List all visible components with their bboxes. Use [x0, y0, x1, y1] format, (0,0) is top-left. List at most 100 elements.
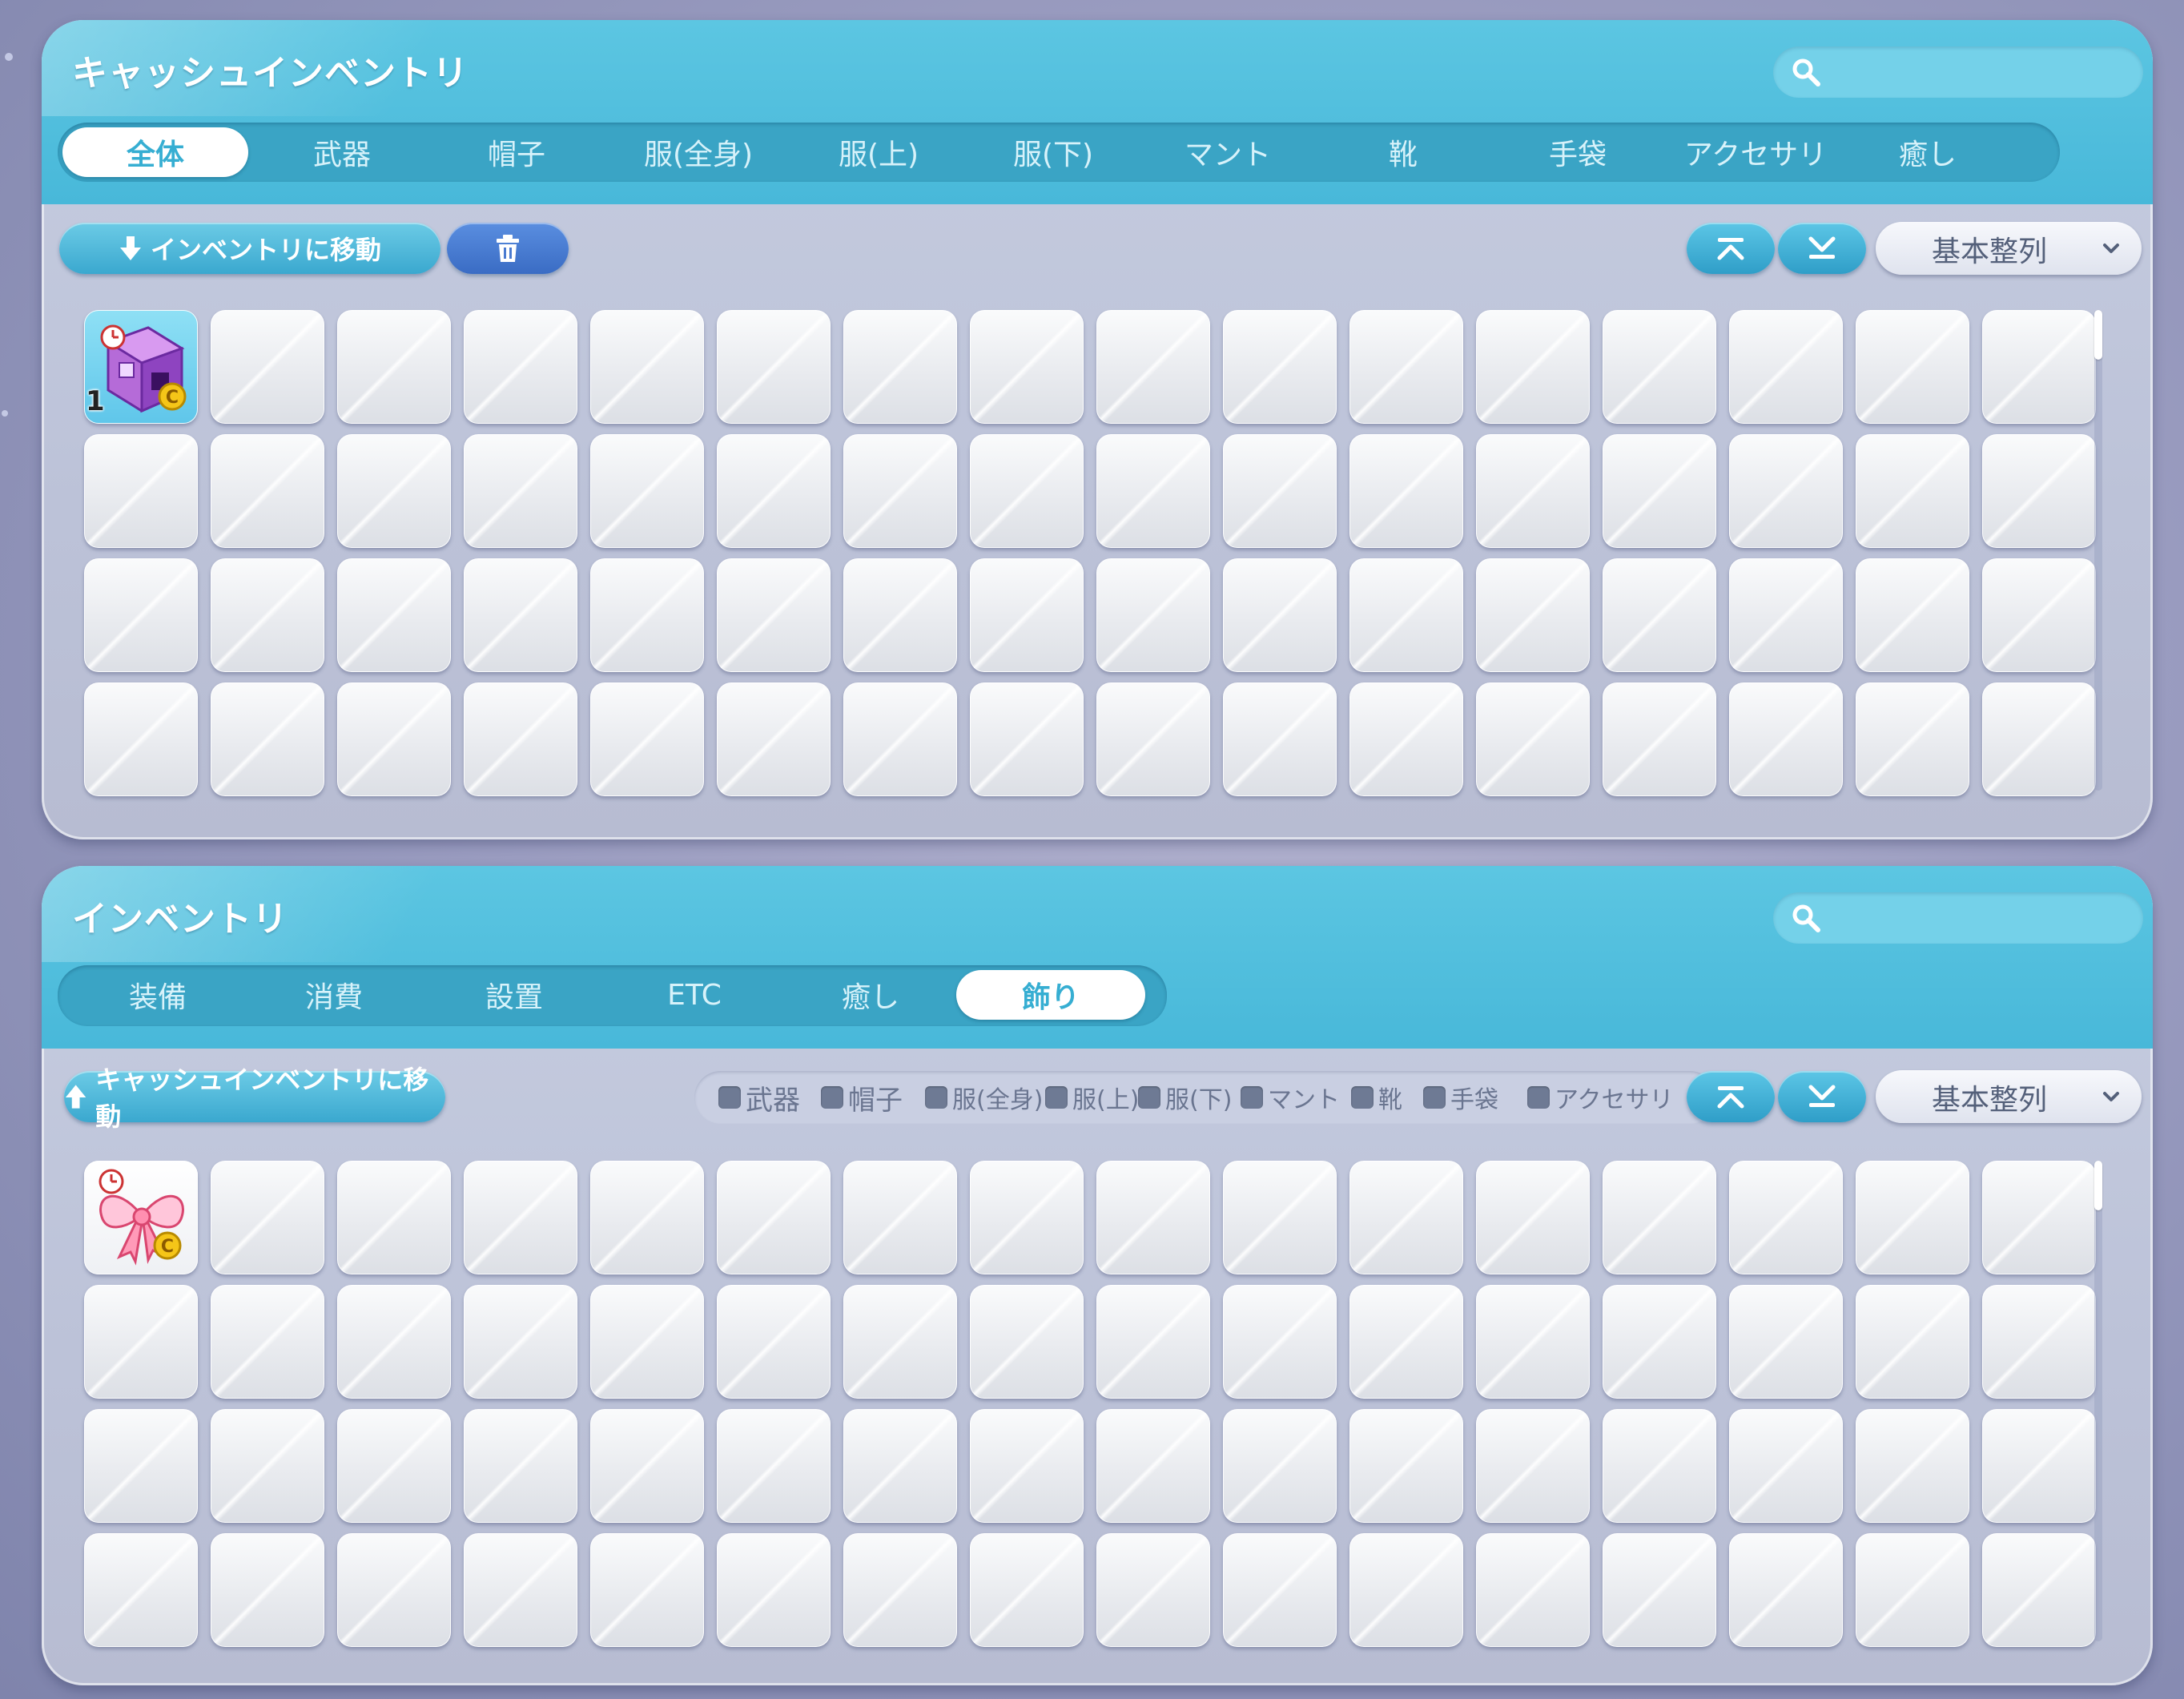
- cash-empty-slot[interactable]: [1603, 310, 1716, 424]
- inv-empty-slot[interactable]: [1096, 1533, 1210, 1647]
- cash-empty-slot[interactable]: [84, 682, 198, 796]
- cash-empty-slot[interactable]: [337, 558, 451, 672]
- inv-empty-slot[interactable]: [211, 1161, 324, 1274]
- cash-empty-slot[interactable]: [211, 682, 324, 796]
- move-to-inventory-button[interactable]: インベントリに移動: [59, 223, 440, 274]
- cash-empty-slot[interactable]: [211, 310, 324, 424]
- cash-empty-slot[interactable]: [337, 434, 451, 548]
- cash-empty-slot[interactable]: [211, 434, 324, 548]
- tab-use[interactable]: 消費: [258, 970, 410, 1020]
- cash-empty-slot[interactable]: [1982, 558, 2096, 672]
- sort-to-top-button[interactable]: [1687, 223, 1775, 274]
- cash-empty-slot[interactable]: [464, 434, 577, 548]
- cash-empty-slot[interactable]: [590, 558, 704, 672]
- inv-empty-slot[interactable]: [1982, 1161, 2096, 1274]
- move-to-cash-inventory-button[interactable]: キャッシュインベントリに移動: [64, 1065, 445, 1132]
- cash-empty-slot[interactable]: [1349, 682, 1463, 796]
- cash-inventory-scrollbar[interactable]: [2094, 310, 2102, 791]
- inv-empty-slot[interactable]: [1729, 1533, 1843, 1647]
- inv-empty-slot[interactable]: [843, 1533, 957, 1647]
- checkbox[interactable]: [1241, 1086, 1263, 1109]
- tab-pet[interactable]: 癒し: [794, 970, 947, 1020]
- tab-bottom[interactable]: 服(下): [977, 127, 1129, 177]
- inventory-scroll-thumb[interactable]: [2094, 1161, 2102, 1210]
- cash-inventory-search[interactable]: [1773, 46, 2143, 98]
- cash-empty-slot[interactable]: [1476, 682, 1590, 796]
- filter-top[interactable]: 服(上): [1045, 1081, 1139, 1114]
- inv-empty-slot[interactable]: [590, 1161, 704, 1274]
- inventory-scrollbar[interactable]: [2094, 1161, 2102, 1641]
- inv-empty-slot[interactable]: [1476, 1285, 1590, 1399]
- inv-empty-slot[interactable]: [211, 1409, 324, 1523]
- tab-setup[interactable]: 設置: [438, 970, 590, 1020]
- inv-empty-slot[interactable]: [717, 1285, 831, 1399]
- cash-empty-slot[interactable]: [1476, 558, 1590, 672]
- cash-empty-slot[interactable]: [590, 434, 704, 548]
- tab-cape[interactable]: マント: [1152, 127, 1304, 177]
- filter-weapon[interactable]: 武器: [718, 1081, 800, 1117]
- inv-empty-slot[interactable]: [843, 1161, 957, 1274]
- filter-overall[interactable]: 服(全身): [925, 1081, 1043, 1114]
- cash-empty-slot[interactable]: [1729, 434, 1843, 548]
- cash-empty-slot[interactable]: [1729, 310, 1843, 424]
- inv-empty-slot[interactable]: [84, 1285, 198, 1399]
- cash-empty-slot[interactable]: [590, 310, 704, 424]
- cash-inventory-search-input[interactable]: [1836, 54, 2127, 91]
- tab-hat[interactable]: 帽子: [440, 127, 593, 177]
- inv-empty-slot[interactable]: [970, 1285, 1084, 1399]
- cash-empty-slot[interactable]: [337, 682, 451, 796]
- tab-pet[interactable]: 癒し: [1852, 127, 2004, 177]
- cash-empty-slot[interactable]: [464, 558, 577, 672]
- checkbox[interactable]: [1351, 1086, 1374, 1109]
- inv-empty-slot[interactable]: [590, 1285, 704, 1399]
- inv-empty-slot[interactable]: [464, 1409, 577, 1523]
- inv-empty-slot[interactable]: [1476, 1161, 1590, 1274]
- cash-empty-slot[interactable]: [1729, 558, 1843, 672]
- inv-empty-slot[interactable]: [1223, 1285, 1337, 1399]
- inv-empty-slot[interactable]: [843, 1409, 957, 1523]
- inv-empty-slot[interactable]: [211, 1285, 324, 1399]
- inv-empty-slot[interactable]: [84, 1533, 198, 1647]
- inv-empty-slot[interactable]: [1349, 1533, 1463, 1647]
- cash-empty-slot[interactable]: [1603, 558, 1716, 672]
- cash-empty-slot[interactable]: [970, 434, 1084, 548]
- cash-empty-slot[interactable]: [1856, 558, 1969, 672]
- cash-empty-slot[interactable]: [1476, 434, 1590, 548]
- inv-empty-slot[interactable]: [843, 1285, 957, 1399]
- tab-all[interactable]: 全体: [62, 127, 248, 177]
- cash-item-slot[interactable]: C 1: [84, 310, 198, 424]
- inv-empty-slot[interactable]: [1223, 1533, 1337, 1647]
- cash-empty-slot[interactable]: [1856, 682, 1969, 796]
- cash-empty-slot[interactable]: [1223, 310, 1337, 424]
- inv-empty-slot[interactable]: [590, 1409, 704, 1523]
- cash-empty-slot[interactable]: [464, 682, 577, 796]
- inv-empty-slot[interactable]: [1096, 1285, 1210, 1399]
- filter-shoes[interactable]: 靴: [1351, 1081, 1402, 1114]
- cash-empty-slot[interactable]: [1603, 434, 1716, 548]
- tab-decoration[interactable]: 飾り: [956, 970, 1145, 1020]
- tab-shoes[interactable]: 靴: [1327, 127, 1479, 177]
- cash-empty-slot[interactable]: [84, 434, 198, 548]
- cash-empty-slot[interactable]: [1349, 434, 1463, 548]
- sort-to-top-button[interactable]: [1687, 1071, 1775, 1122]
- cash-empty-slot[interactable]: [1096, 682, 1210, 796]
- inv-empty-slot[interactable]: [1349, 1285, 1463, 1399]
- inv-empty-slot[interactable]: [590, 1533, 704, 1647]
- cash-empty-slot[interactable]: [970, 558, 1084, 672]
- inv-empty-slot[interactable]: [1982, 1409, 2096, 1523]
- inv-empty-slot[interactable]: [1856, 1409, 1969, 1523]
- inv-empty-slot[interactable]: [717, 1161, 831, 1274]
- cash-empty-slot[interactable]: [843, 434, 957, 548]
- cash-empty-slot[interactable]: [1982, 434, 2096, 548]
- sort-to-bottom-button[interactable]: [1778, 1071, 1866, 1122]
- inv-item-slot[interactable]: C: [84, 1161, 198, 1274]
- inv-empty-slot[interactable]: [1856, 1285, 1969, 1399]
- tab-etc[interactable]: ETC: [618, 970, 770, 1020]
- inv-empty-slot[interactable]: [1729, 1409, 1843, 1523]
- cash-empty-slot[interactable]: [843, 682, 957, 796]
- cash-inventory-scroll-thumb[interactable]: [2094, 310, 2102, 360]
- inv-empty-slot[interactable]: [970, 1161, 1084, 1274]
- tab-accessory[interactable]: アクセサリ: [1663, 127, 1848, 177]
- cash-empty-slot[interactable]: [970, 310, 1084, 424]
- cash-empty-slot[interactable]: [1349, 310, 1463, 424]
